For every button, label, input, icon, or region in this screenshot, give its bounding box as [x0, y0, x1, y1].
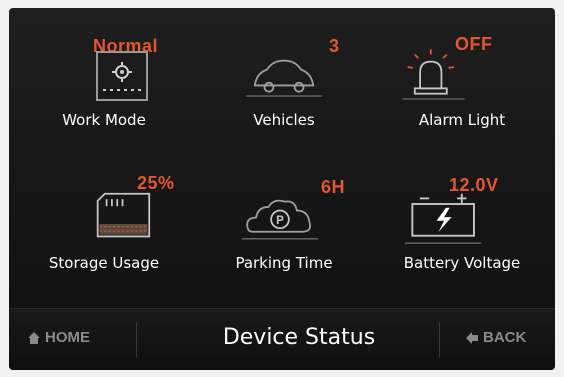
home-label: HOME — [45, 329, 90, 346]
parking-label: Parking Time — [235, 254, 333, 272]
work-mode-label: Work Mode — [62, 111, 146, 129]
tile-storage[interactable]: 25% Storage Usage — [19, 163, 189, 298]
alarm-light-icon — [402, 49, 465, 100]
parking-icon: P — [241, 199, 319, 240]
svg-text:P: P — [276, 215, 284, 227]
screen: Normal Work Mode 3 Vehicles OFF Alarm Li… — [9, 8, 555, 370]
bottom-bar: HOME Device Status BACK — [9, 308, 555, 370]
back-label: BACK — [483, 329, 527, 346]
storage-label: Storage Usage — [48, 254, 160, 272]
work-mode-icon — [96, 51, 148, 101]
vehicles-label: Vehicles — [253, 111, 315, 129]
tile-alarm-light[interactable]: OFF Alarm Light — [377, 20, 547, 155]
back-button[interactable]: BACK — [465, 329, 526, 346]
battery-icon — [404, 193, 482, 244]
vehicle-icon — [245, 59, 323, 97]
tile-parking[interactable]: 6H P Parking Time — [199, 163, 369, 298]
vehicles-value: 3 — [329, 36, 340, 56]
back-arrow-icon — [466, 331, 478, 344]
home-icon — [28, 331, 40, 344]
battery-label: Battery Voltage — [403, 254, 521, 272]
storage-icon — [96, 192, 151, 238]
tile-battery[interactable]: 12.0V Battery Voltage — [377, 163, 547, 298]
home-button[interactable]: HOME — [27, 329, 90, 346]
divider-right — [439, 323, 440, 357]
page-title: Device Status — [222, 325, 376, 350]
divider-left — [136, 323, 137, 357]
tile-vehicles[interactable]: 3 Vehicles — [199, 20, 369, 155]
device-frame: Normal Work Mode 3 Vehicles OFF Alarm Li… — [0, 0, 564, 377]
alarm-light-label: Alarm Light — [418, 111, 506, 129]
tile-work-mode[interactable]: Normal Work Mode — [19, 20, 189, 155]
